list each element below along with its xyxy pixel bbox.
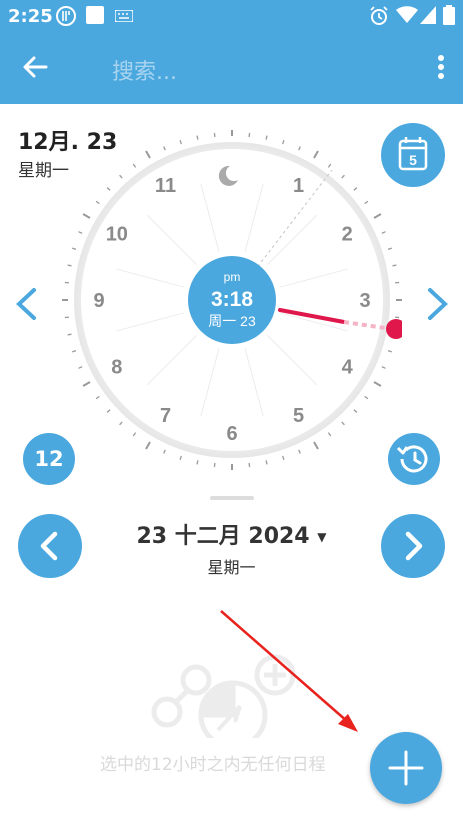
alarm-icon: [370, 6, 388, 25]
clock-tick: [327, 432, 332, 437]
hour-format-label: 12: [34, 447, 64, 471]
clock-tick: [82, 213, 91, 219]
search-input[interactable]: 搜索...: [112, 54, 177, 86]
clock-center-date: 周一 23: [208, 313, 256, 329]
date-nav-date[interactable]: 23 十二月 2024: [136, 524, 309, 549]
clock-tick: [78, 231, 83, 234]
clock-tick: [163, 146, 166, 151]
clock-number: 8: [111, 357, 122, 379]
clock-number: 1: [293, 175, 304, 197]
clock-tick: [132, 163, 137, 168]
drag-handle[interactable]: [210, 496, 254, 500]
keyboard-icon: [115, 10, 133, 22]
clock-tick: [163, 449, 166, 454]
square-notification-icon: [86, 6, 104, 24]
clock-number: 4: [342, 357, 354, 379]
clock-tick: [353, 187, 358, 191]
wifi-icon: [396, 6, 418, 23]
app-bar: 搜索...: [0, 32, 463, 104]
clock-tick: [145, 441, 151, 450]
battery-icon: [443, 5, 455, 25]
clock-tick: [364, 395, 369, 400]
clock-tick: [72, 247, 77, 250]
clock-tick: [196, 135, 199, 140]
clock-number: 11: [155, 175, 176, 197]
clock-tick: [132, 432, 137, 437]
date-picker[interactable]: 23 十二月 2024 ▼ 星期一: [0, 518, 463, 578]
status-bar: 2:25: [0, 0, 463, 32]
clock-tick: [313, 441, 319, 450]
dropdown-triangle-icon: ▼: [317, 530, 327, 544]
clock-tick: [282, 140, 285, 145]
clock-tick: [298, 146, 301, 151]
clock-tick: [196, 460, 199, 465]
clock-number: 5: [293, 405, 304, 427]
clock-center-time: 3:18: [211, 288, 253, 311]
clock-number: 10: [106, 224, 128, 246]
clock-tick: [387, 247, 392, 250]
clock-tick: [298, 449, 301, 454]
clock-tick: [119, 174, 123, 179]
signal-icon: [420, 6, 436, 24]
empty-state-message: 选中的12小时之内无任何日程: [100, 755, 326, 775]
clock-tick: [179, 455, 182, 460]
next-period-arrow-icon[interactable]: [426, 287, 450, 321]
clock-number: 6: [226, 423, 237, 445]
clock-tick: [72, 350, 77, 353]
reset-time-button[interactable]: [388, 433, 440, 485]
status-time: 2:25: [8, 6, 53, 27]
add-event-button[interactable]: [370, 732, 442, 804]
clock-number: 2: [342, 224, 353, 246]
clock-tick: [95, 200, 100, 205]
clock-tick: [119, 421, 123, 426]
clock-tick: [67, 333, 72, 336]
clock-tick: [327, 163, 332, 168]
clock-tick: [67, 264, 72, 267]
clock-tick: [179, 140, 182, 145]
clock-tick: [387, 350, 392, 353]
clock-tick: [106, 187, 111, 191]
clock-number: 7: [160, 405, 171, 427]
clock-tick: [82, 381, 91, 387]
clock-tick: [381, 231, 386, 234]
restaurant-icon: [56, 6, 76, 26]
clock-tick: [373, 381, 382, 387]
clock-tick: [392, 264, 397, 267]
clock-tick: [313, 150, 319, 159]
red-annotation-arrow: [220, 610, 358, 732]
clock-tick: [364, 200, 369, 205]
clock-tick: [145, 150, 151, 159]
plus-icon: [388, 750, 424, 786]
clock-tick: [373, 213, 382, 219]
more-options-icon[interactable]: [437, 54, 445, 80]
clock-tick: [353, 409, 358, 413]
back-arrow-icon[interactable]: [22, 54, 48, 80]
clock-number: 3: [359, 290, 370, 312]
calendar-day-number: 5: [409, 152, 417, 168]
clock-tick: [282, 455, 285, 460]
previous-period-arrow-icon[interactable]: [14, 287, 38, 321]
clock-number: 9: [93, 290, 104, 312]
hour-format-toggle-button[interactable]: 12: [23, 433, 75, 485]
clock-dial[interactable]: 1 2 3 4 5 6 7 8 9 10 11 pm 3:18 周一 23: [62, 130, 402, 470]
clock-tick: [265, 460, 268, 465]
clock-tick: [341, 174, 345, 179]
clock-tick: [381, 366, 386, 369]
date-nav-weekday: 星期一: [207, 558, 256, 577]
clock-tick: [341, 421, 345, 426]
clock-tick: [265, 135, 268, 140]
clock-tick: [106, 409, 111, 413]
clock-tick: [95, 395, 100, 400]
clock-tick: [78, 366, 83, 369]
history-icon: [396, 445, 428, 473]
clock-center-ampm: pm: [224, 270, 241, 284]
